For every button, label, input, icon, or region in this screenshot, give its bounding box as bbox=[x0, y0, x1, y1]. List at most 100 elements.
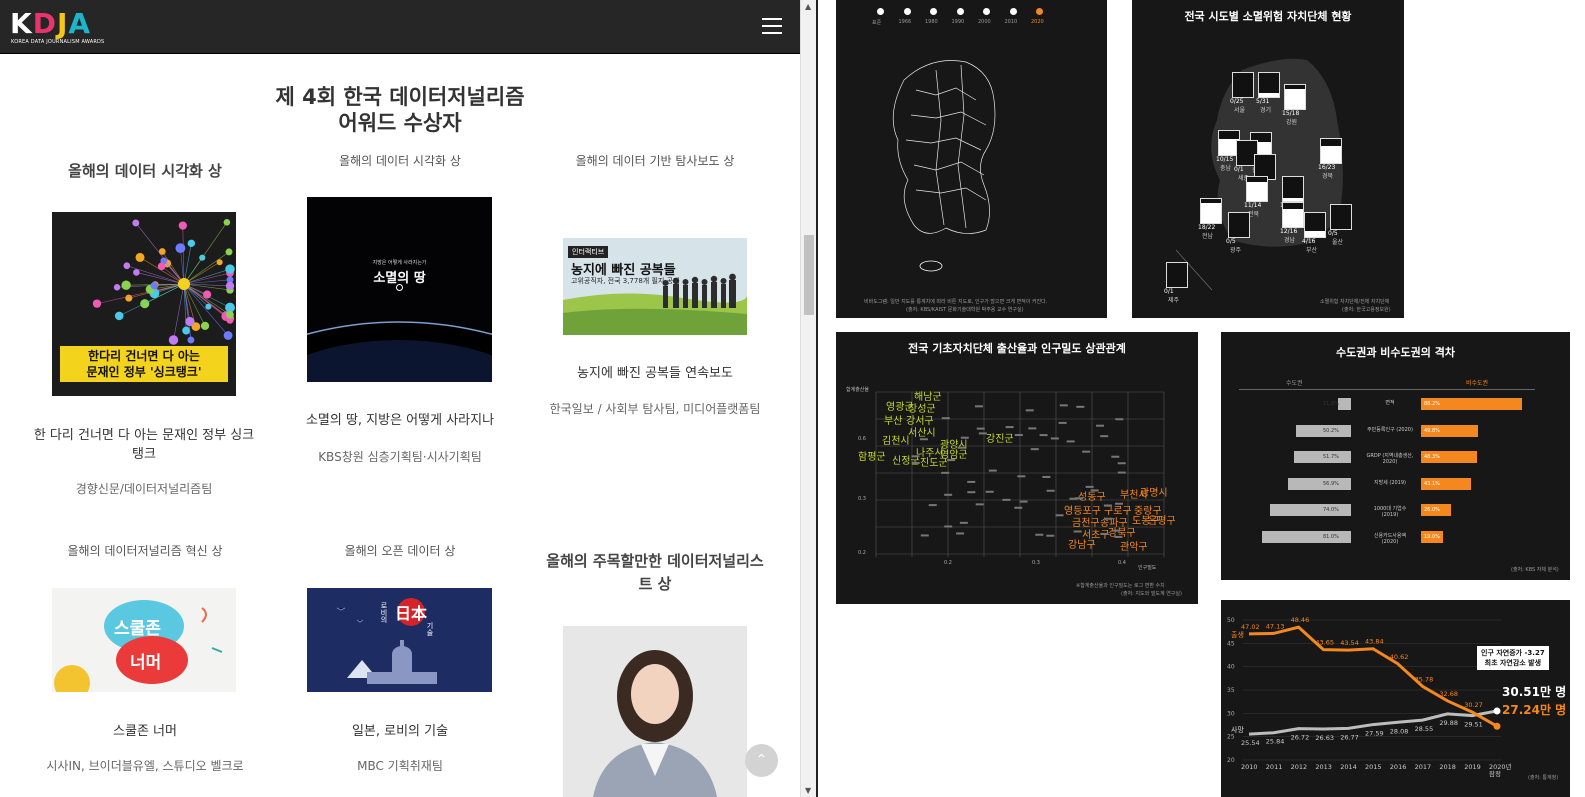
cartogram-note: 비바도그램: 일반 지도를 통계치에 따라 비튼 지도로, 인구가 많으면 크게… bbox=[864, 299, 1048, 305]
vertical-scrollbar[interactable]: ▲ ▼ bbox=[800, 0, 816, 797]
network-node bbox=[187, 239, 196, 248]
scatter-label-low-fertility: 금천구 bbox=[1072, 517, 1100, 529]
region-box-empty-portion bbox=[1285, 85, 1305, 89]
region-name: 충남 bbox=[1220, 165, 1232, 172]
scatter-minor-label bbox=[1028, 427, 1037, 430]
scatter-label-high-fertility: 진도군 bbox=[920, 457, 948, 469]
scatter-minor-label bbox=[1046, 534, 1055, 537]
gap-title: 수도권과 비수도권의 격차 bbox=[1336, 346, 1455, 359]
network-node bbox=[225, 264, 235, 274]
network-node bbox=[178, 221, 187, 230]
trend-x-tick: 2017 bbox=[1415, 763, 1432, 771]
network-edge bbox=[183, 261, 220, 285]
scatter-y-tick: 0.6 bbox=[858, 436, 866, 442]
logo-letters: KDJA bbox=[10, 8, 91, 40]
award-title-5[interactable]: 일본, 로비의 기술 bbox=[290, 722, 510, 741]
scatter-x-tick: 0.2 bbox=[944, 560, 952, 566]
network-node bbox=[216, 259, 223, 266]
trend-y-tick: 30 bbox=[1227, 710, 1235, 717]
region-box-empty-portion bbox=[1219, 131, 1239, 139]
network-node bbox=[226, 310, 234, 319]
network-node bbox=[132, 219, 140, 227]
death-data-label: 25.84 bbox=[1266, 738, 1285, 746]
region-box bbox=[1320, 138, 1342, 164]
scatter-minor-label bbox=[1042, 475, 1051, 478]
region-box bbox=[1246, 176, 1268, 202]
region-name: 경북 bbox=[1322, 173, 1334, 180]
death-data-label: 28.55 bbox=[1415, 725, 1434, 733]
page-title-line-2: 어워드 수상자 bbox=[338, 111, 462, 135]
network-node bbox=[133, 269, 140, 276]
scroll-down-arrow-icon[interactable]: ▼ bbox=[805, 786, 811, 795]
trend-x-tick: 2016 bbox=[1390, 763, 1407, 771]
award-thumbnail-1[interactable]: 한다리 건너면 다 아는 문재인 정부 '싱크탱크' bbox=[52, 212, 236, 396]
play-icon[interactable] bbox=[396, 284, 403, 291]
scatter-minor-label bbox=[944, 493, 953, 496]
scroll-up-arrow-icon[interactable]: ▲ bbox=[805, 2, 811, 11]
scatter-label-high-fertility: 장성군 bbox=[908, 403, 936, 415]
death-data-label: 29.51 bbox=[1464, 721, 1483, 729]
award-title-3[interactable]: 농지에 빠진 공복들 연속보도 bbox=[540, 364, 770, 383]
scatter-xlabel: 인구밀도 bbox=[1138, 565, 1157, 571]
back-to-top-button[interactable]: ⌃ bbox=[745, 744, 778, 777]
network-edge bbox=[96, 283, 185, 304]
logo-letter-k: K bbox=[10, 7, 33, 40]
birth-data-label: 35.78 bbox=[1415, 675, 1434, 683]
kdja-logo[interactable]: KDJA KOREA DATA JOURNALISM AWARDS bbox=[10, 8, 110, 48]
hamburger-menu-icon[interactable] bbox=[762, 18, 782, 34]
birth-data-label: 43.84 bbox=[1365, 638, 1384, 646]
scatter-y-tick: 0.3 bbox=[858, 496, 866, 502]
region-box-empty-portion bbox=[1331, 205, 1351, 229]
award-thumbnail-4[interactable]: 스쿨존 너머 bbox=[52, 588, 236, 692]
scatter-minor-label bbox=[988, 469, 997, 472]
thumb-caption-2-small: 지방은 어떻게 사라지는가 bbox=[372, 260, 427, 266]
scatter-minor-label bbox=[1025, 409, 1034, 412]
award-thumbnail-5[interactable]: 日本 로비의 기술 bbox=[307, 588, 492, 692]
gap-row-label: 면적 bbox=[1385, 400, 1395, 406]
region-value: 11/14 bbox=[1244, 202, 1262, 209]
thumb-caption-4-line-1: 스쿨존 bbox=[114, 619, 161, 639]
scatter-minor-label bbox=[1046, 489, 1055, 492]
scatter-minor-label bbox=[1066, 440, 1075, 443]
trend-source: (출처: 통계청) bbox=[1528, 775, 1559, 781]
scatter-minor-label bbox=[1030, 448, 1039, 451]
award-title-2[interactable]: 소멸의 땅, 지방은 어떻게 사라지나 bbox=[290, 411, 510, 430]
scatter-minor-label bbox=[944, 525, 953, 528]
scatter-minor-label bbox=[1039, 434, 1048, 437]
scatter-y-tick: 0.2 bbox=[858, 550, 866, 556]
birth-data-label: 48.46 bbox=[1291, 616, 1310, 624]
scrollbar-thumb[interactable] bbox=[804, 235, 814, 315]
award-thumbnail-2[interactable]: 지방은 어떻게 사라지는가 소멸의 땅 bbox=[307, 197, 492, 382]
trend-callout-line-2: 최초 자연감소 발생 bbox=[1484, 659, 1542, 667]
award-title-1[interactable]: 한 다리 건너면 다 아는 문재인 정부 싱크탱크 bbox=[28, 426, 260, 464]
award-org-2: KBS창원 심층기획팀·시사기획팀 bbox=[318, 450, 482, 464]
journalist-photo[interactable] bbox=[563, 626, 747, 797]
gap-value-non-capital: 19.0% bbox=[1424, 533, 1440, 540]
region-box bbox=[1330, 204, 1352, 230]
gap-row-label: 1000대 기업수 (2019) bbox=[1373, 506, 1407, 518]
birth-data-label: 40.62 bbox=[1390, 653, 1409, 661]
scatter-minor-label bbox=[1085, 485, 1094, 488]
award-thumbnail-3[interactable]: 인터랙티브 농지에 빠진 공복들 고위공직자, 전국 3,778개 필지 공개 bbox=[563, 238, 747, 335]
award-title-4[interactable]: 스쿨존 너머 bbox=[30, 722, 260, 741]
gap-row-label: 지방세 (2019) bbox=[1373, 479, 1407, 486]
region-box-empty-portion bbox=[1305, 213, 1325, 231]
cartogram-panel: 표준 1966 1980 1990 2000 2010 2020 비바도그램: 일반 지도를… bbox=[836, 0, 1107, 318]
scatter-minor-label bbox=[1115, 418, 1124, 421]
birth-series-endpoint bbox=[1493, 722, 1501, 730]
region-value: 4/16 bbox=[1302, 238, 1316, 245]
region-name: 경남 bbox=[1284, 237, 1296, 244]
birth-data-label: 47.02 bbox=[1241, 623, 1260, 631]
trend-callout-line-1: 인구 자연증가 -3.27 bbox=[1481, 649, 1545, 657]
scatter-minor-label bbox=[956, 532, 965, 535]
trend-x-tick: 2010 bbox=[1241, 763, 1258, 771]
scatter-minor-label bbox=[1082, 450, 1091, 453]
region-value: 16/23 bbox=[1318, 164, 1336, 171]
gap-value-capital: 11.8% bbox=[1323, 401, 1339, 407]
birth-series-name: 출생 bbox=[1231, 630, 1244, 639]
death-data-label: 26.72 bbox=[1291, 734, 1310, 742]
scatter-minor-label bbox=[941, 471, 950, 474]
infographics-pane: 표준 1966 1980 1990 2000 2010 2020 비바도그램: 일반 지도를… bbox=[818, 0, 1585, 797]
region-value: 0/1 bbox=[1234, 166, 1244, 173]
region-value: 10/15 bbox=[1216, 156, 1234, 163]
